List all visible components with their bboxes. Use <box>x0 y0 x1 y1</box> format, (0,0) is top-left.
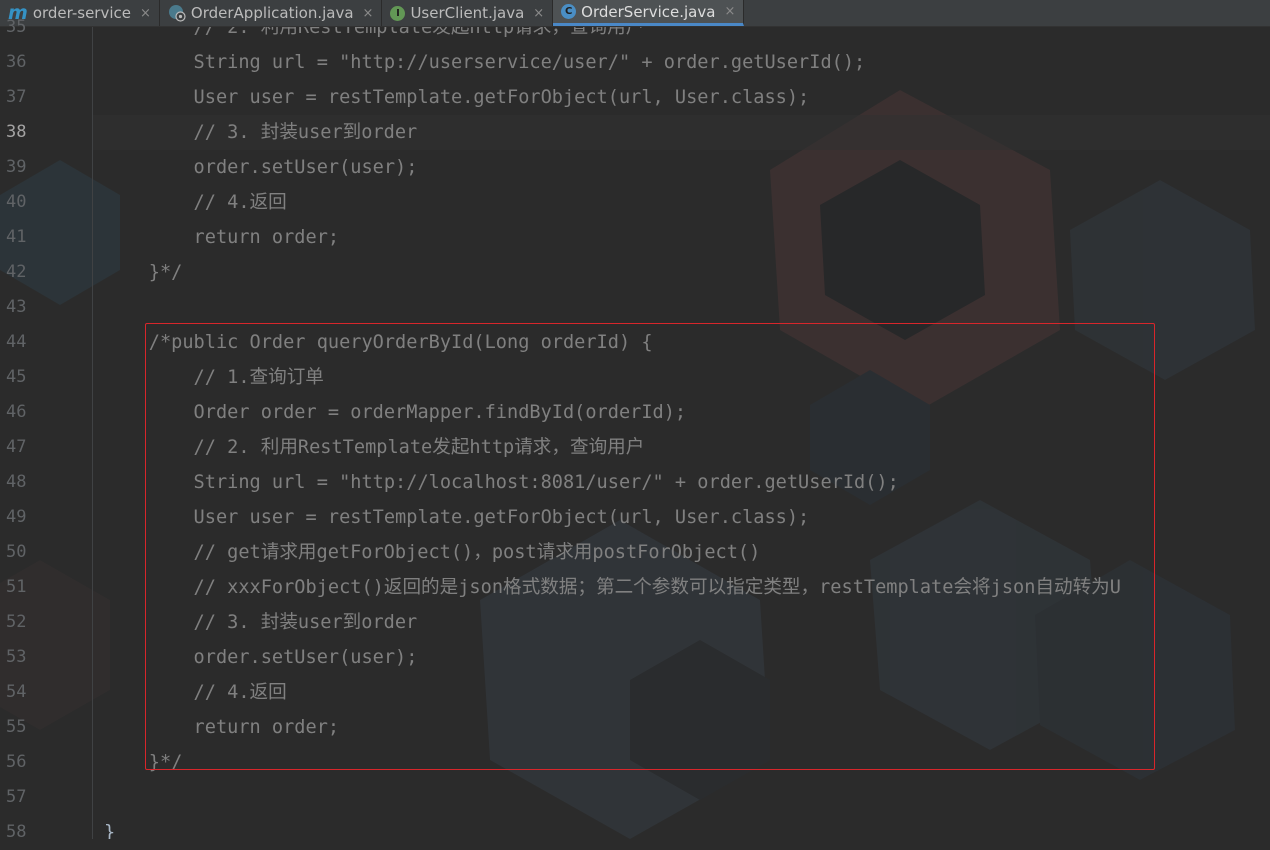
code-line[interactable]: String url = "http://userservice/user/" … <box>93 45 1270 80</box>
code-line[interactable]: // 2. 利用RestTemplate发起http请求，查询用户 <box>93 430 1270 465</box>
code-text: User user = restTemplate.getForObject(ur… <box>104 507 810 528</box>
code-line[interactable]: return order; <box>93 710 1270 745</box>
code-line[interactable]: }*/ <box>93 255 1270 290</box>
code-line[interactable]: order.setUser(user); <box>93 150 1270 185</box>
code-text: String url = "http://localhost:8081/user… <box>104 472 899 493</box>
code-text: // 3. 封装user到order <box>104 612 418 633</box>
close-icon[interactable]: × <box>363 6 374 21</box>
code-text: String url = "http://userservice/user/" … <box>104 52 866 73</box>
close-icon[interactable]: × <box>724 4 735 19</box>
code-text: // 3. 封装user到order <box>104 122 418 143</box>
tab-label: OrderApplication.java <box>190 4 354 22</box>
code-line[interactable] <box>93 780 1270 815</box>
code-line[interactable]: }*/ <box>93 745 1270 780</box>
line-number: 42 <box>6 262 27 282</box>
line-number: 43 <box>6 297 27 317</box>
code-line-current[interactable]: // 3. 封装user到order <box>93 115 1270 150</box>
code-editor[interactable]: // 2. 利用RestTemplate发起http请求，查询用户 String… <box>93 27 1270 839</box>
tab-order-application[interactable]: OrderApplication.java × <box>160 0 383 26</box>
code-text: // 1.查询订单 <box>104 367 324 388</box>
code-line[interactable]: User user = restTemplate.getForObject(ur… <box>93 500 1270 535</box>
tab-label: order-service <box>32 4 131 22</box>
code-line[interactable]: User user = restTemplate.getForObject(ur… <box>93 80 1270 115</box>
code-text: Order order = orderMapper.findById(order… <box>104 402 687 423</box>
line-number: 47 <box>6 437 27 457</box>
code-line[interactable]: /*public Order queryOrderById(Long order… <box>93 325 1270 360</box>
interface-icon: I <box>390 5 406 21</box>
code-line[interactable]: Order order = orderMapper.findById(order… <box>93 395 1270 430</box>
close-icon[interactable]: × <box>533 6 544 21</box>
code-line[interactable]: // 2. 利用RestTemplate发起http请求，查询用户 <box>93 27 1270 45</box>
code-text: order.setUser(user); <box>104 647 418 668</box>
code-text: // 4.返回 <box>104 192 287 213</box>
line-number: 49 <box>6 507 27 527</box>
line-number: 44 <box>6 332 27 352</box>
line-number: 55 <box>6 717 27 737</box>
code-line[interactable]: // 1.查询订单 <box>93 360 1270 395</box>
line-number: 37 <box>6 87 27 107</box>
code-line[interactable]: String url = "http://localhost:8081/user… <box>93 465 1270 500</box>
line-number: 52 <box>6 612 27 632</box>
code-text: // 2. 利用RestTemplate发起http请求，查询用户 <box>104 27 645 38</box>
line-number: 56 <box>6 752 27 772</box>
class-icon: C <box>561 4 577 19</box>
tab-label: UserClient.java <box>410 4 525 22</box>
tab-label: OrderService.java <box>581 2 716 21</box>
code-line[interactable]: // get请求用getForObject()，post请求用postForOb… <box>93 535 1270 570</box>
tab-order-service-java[interactable]: C OrderService.java × <box>553 0 745 26</box>
code-text: order.setUser(user); <box>104 157 418 178</box>
code-line[interactable]: order.setUser(user); <box>93 640 1270 675</box>
line-number-current: 38 <box>6 122 27 142</box>
line-number-gutter[interactable]: 35 36 37 38 39 40 41 42 43 44 45 46 47 4… <box>0 17 93 842</box>
code-line[interactable]: // 4.返回 <box>93 675 1270 710</box>
code-line[interactable]: // 4.返回 <box>93 185 1270 220</box>
close-icon[interactable]: × <box>140 6 151 21</box>
line-number: 57 <box>6 787 27 807</box>
editor-tab-bar: m order-service × OrderApplication.java … <box>0 0 1270 27</box>
line-number: 46 <box>6 402 27 422</box>
code-text: return order; <box>104 227 340 248</box>
line-number: 53 <box>6 647 27 667</box>
line-number: 58 <box>6 822 27 842</box>
line-number: 51 <box>6 577 27 597</box>
line-number: 50 <box>6 542 27 562</box>
code-line[interactable]: // xxxForObject()返回的是json格式数据；第二个参数可以指定类… <box>93 570 1270 605</box>
code-text: // 2. 利用RestTemplate发起http请求，查询用户 <box>104 437 645 458</box>
code-text: return order; <box>104 717 340 738</box>
line-number: 41 <box>6 227 27 247</box>
line-number: 40 <box>6 192 27 212</box>
code-text: User user = restTemplate.getForObject(ur… <box>104 87 810 108</box>
code-text: // get请求用getForObject()，post请求用postForOb… <box>104 542 761 563</box>
code-line[interactable] <box>93 290 1270 325</box>
line-number: 54 <box>6 682 27 702</box>
line-number: 36 <box>6 52 27 72</box>
code-text: }*/ <box>104 262 183 283</box>
spring-boot-class-icon <box>168 5 186 22</box>
line-number: 48 <box>6 472 27 492</box>
code-text: /*public Order queryOrderById(Long order… <box>104 332 653 353</box>
line-number: 35 <box>6 17 27 37</box>
code-text: // 4.返回 <box>104 682 287 703</box>
code-line[interactable]: // 3. 封装user到order <box>93 605 1270 640</box>
code-line[interactable]: return order; <box>93 220 1270 255</box>
code-text: } <box>104 822 116 839</box>
code-line[interactable]: } <box>93 815 1270 839</box>
code-text: // xxxForObject()返回的是json格式数据；第二个参数可以指定类… <box>104 577 1121 598</box>
tab-user-client[interactable]: I UserClient.java × <box>382 0 554 26</box>
code-text: }*/ <box>104 752 183 773</box>
line-number: 45 <box>6 367 27 387</box>
line-number: 39 <box>6 157 27 177</box>
